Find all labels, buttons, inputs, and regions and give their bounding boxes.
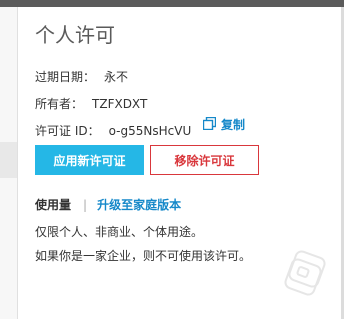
expiry-value: 永不 bbox=[104, 70, 129, 84]
usage-separator: | bbox=[83, 197, 88, 212]
upgrade-family-link[interactable]: 升级至家庭版本 bbox=[97, 196, 181, 213]
license-id-row: 许可证 ID： o-g55NsHcVU bbox=[35, 123, 191, 139]
usage-label: 使用量 bbox=[35, 198, 72, 212]
owner-row: 所有者： TZFXDXT bbox=[35, 96, 147, 112]
license-id-value: o-g55NsHcVU bbox=[108, 124, 192, 138]
copy-button[interactable]: 复制 bbox=[202, 116, 246, 133]
logo-watermark-icon bbox=[278, 244, 334, 304]
apply-new-license-button[interactable]: 应用新许可证 bbox=[35, 145, 144, 175]
remove-license-button[interactable]: 移除许可证 bbox=[150, 145, 259, 175]
top-bar bbox=[0, 0, 344, 7]
owner-label: 所有者： bbox=[35, 97, 84, 111]
expiry-row: 过期日期： 永不 bbox=[35, 69, 128, 85]
owner-value: TZFXDXT bbox=[92, 97, 148, 111]
license-id-label: 许可证 ID： bbox=[35, 124, 100, 138]
left-sidebar-edge bbox=[0, 7, 17, 319]
sidebar-selected-marker bbox=[0, 142, 17, 178]
page-title: 个人许可 bbox=[35, 23, 115, 47]
usage-description-line-1: 仅限个人、非商业、个体用途。 bbox=[35, 225, 204, 239]
expiry-label: 过期日期： bbox=[35, 70, 96, 84]
usage-description-line-2: 如果你是一家企业，则不可使用该许可。 bbox=[35, 249, 252, 263]
copy-icon bbox=[202, 116, 217, 133]
usage-row: 使用量 | 升级至家庭版本 bbox=[35, 196, 181, 213]
copy-label: 复制 bbox=[221, 118, 246, 132]
